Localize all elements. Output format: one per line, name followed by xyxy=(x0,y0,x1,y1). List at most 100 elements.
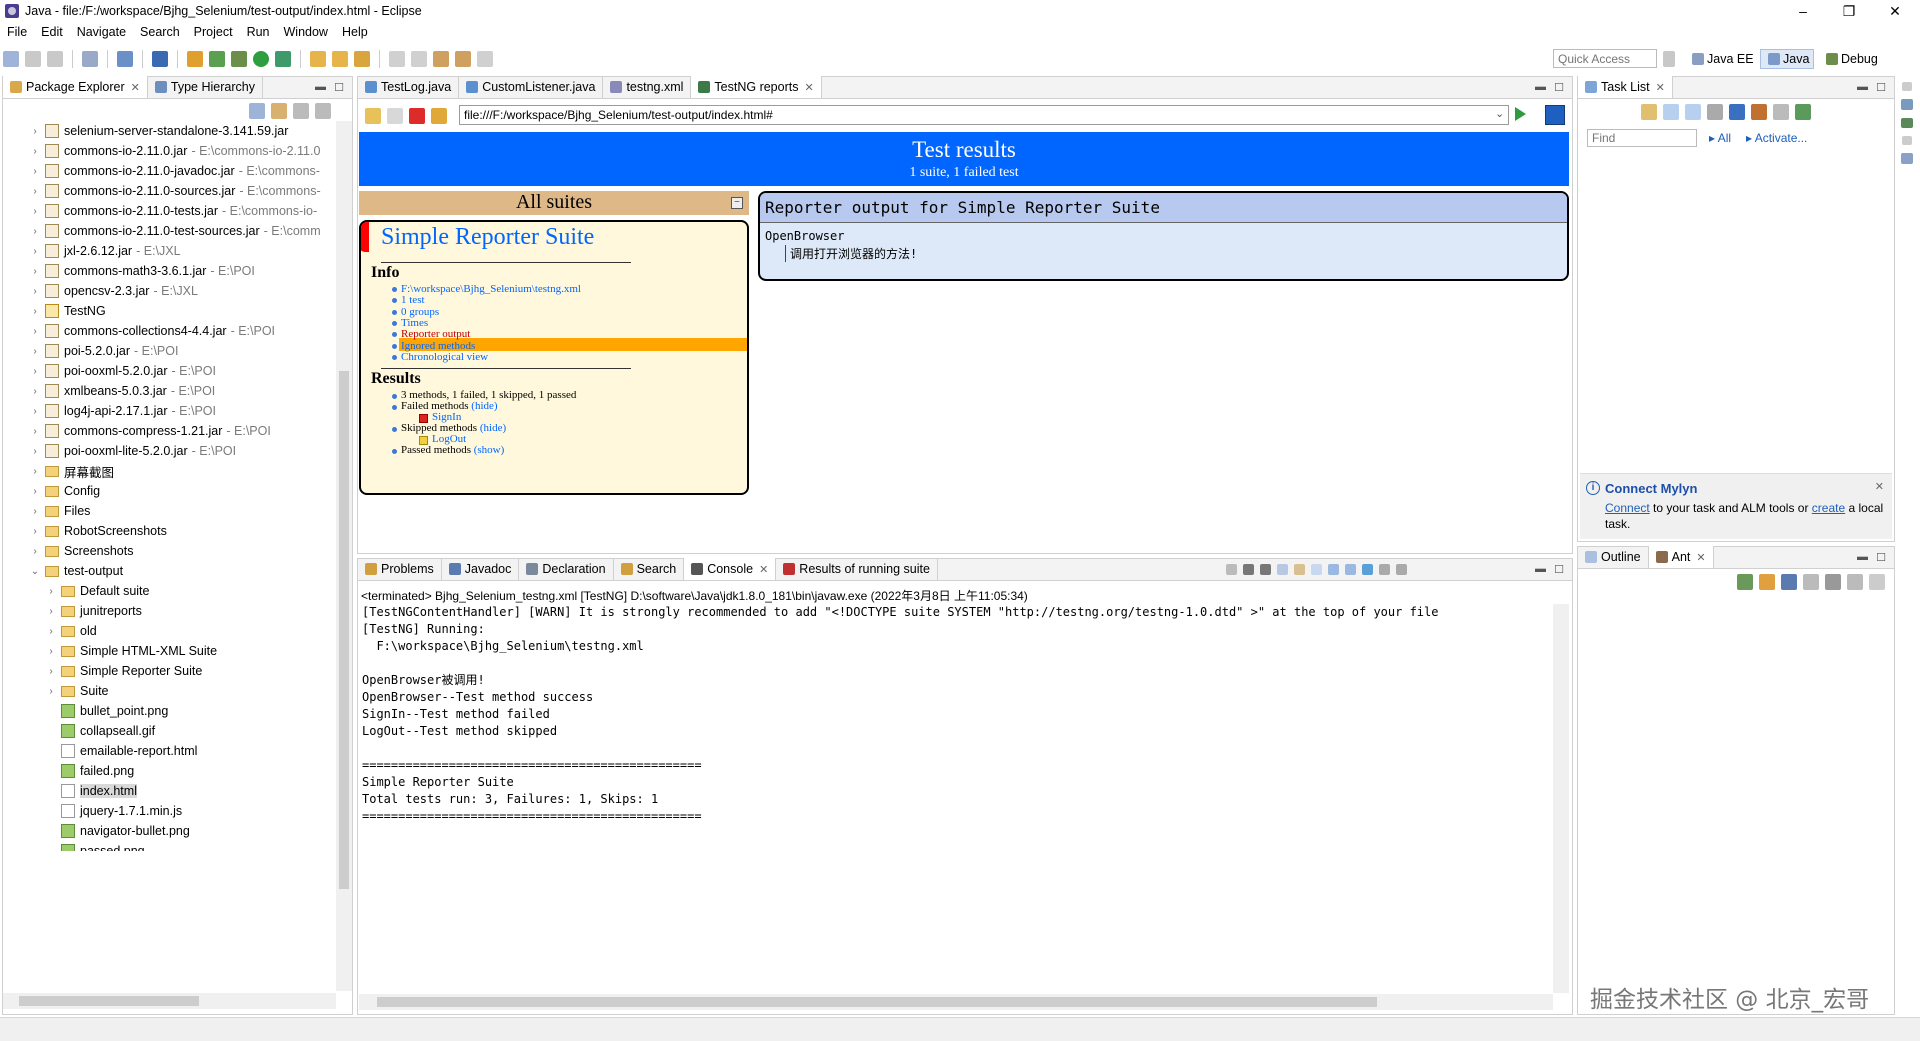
add-buildfile-icon[interactable] xyxy=(1737,574,1753,590)
hide-skipped-link[interactable]: (hide) xyxy=(480,422,506,434)
tab-ant[interactable]: Ant ✕ xyxy=(1648,546,1714,568)
connect-link[interactable]: Connect xyxy=(1605,501,1650,515)
search-tool-icon[interactable] xyxy=(354,51,370,67)
editor-tab[interactable]: TestNG reports ✕ xyxy=(691,76,822,98)
maximize-button[interactable]: ❐ xyxy=(1826,0,1872,22)
tree-item[interactable]: collapseall.gif xyxy=(3,721,336,741)
expand-arrow-icon[interactable]: › xyxy=(29,466,41,477)
open-perspective-icon[interactable] xyxy=(1659,49,1679,69)
close-icon[interactable]: ✕ xyxy=(1875,480,1884,493)
close-icon[interactable]: ✕ xyxy=(131,81,140,94)
all-suites-header[interactable]: All suites − xyxy=(359,191,749,215)
expand-arrow-icon[interactable]: › xyxy=(29,246,41,257)
filter-icon[interactable] xyxy=(293,103,309,119)
tree-item[interactable]: › commons-compress-1.21.jar - E:\POI xyxy=(3,421,336,441)
expand-arrow-icon[interactable]: › xyxy=(45,666,57,677)
debug-icon[interactable] xyxy=(231,51,247,67)
go-icon[interactable] xyxy=(1515,107,1526,121)
expand-arrow-icon[interactable]: › xyxy=(29,206,41,217)
bottom-tab[interactable]: Results of running suite xyxy=(776,558,938,580)
close-icon[interactable]: ✕ xyxy=(1656,81,1665,94)
url-field[interactable] xyxy=(459,105,1509,125)
expand-arrow-icon[interactable]: › xyxy=(29,486,41,497)
expand-arrow-icon[interactable]: › xyxy=(45,586,57,597)
forward-icon[interactable] xyxy=(477,51,493,67)
close-icon[interactable]: ✕ xyxy=(1696,551,1705,564)
close-icon[interactable]: ✕ xyxy=(804,81,813,94)
info-link[interactable]: Chronological view xyxy=(401,350,488,364)
restore-icon[interactable] xyxy=(1902,82,1912,91)
tree-item[interactable]: › Suite xyxy=(3,681,336,701)
tree-item[interactable]: passed.png xyxy=(3,841,336,851)
expand-arrow-icon[interactable]: › xyxy=(29,346,41,357)
print-icon[interactable] xyxy=(82,51,98,67)
bottom-tab[interactable]: Console ✕ xyxy=(684,558,777,580)
url-dropdown-icon[interactable]: ⌄ xyxy=(1495,107,1504,120)
menu-navigate[interactable]: Navigate xyxy=(70,25,133,39)
tab-task-list[interactable]: Task List ✕ xyxy=(1578,76,1673,98)
tree-item[interactable]: navigator-bullet.png xyxy=(3,821,336,841)
maximize-editor-icon[interactable]: ☐ xyxy=(1554,81,1564,94)
collapse-suites-icon[interactable]: − xyxy=(731,197,743,209)
expand-arrow-icon[interactable]: › xyxy=(29,386,41,397)
tab-package-explorer[interactable]: Package Explorer ✕ xyxy=(3,76,148,98)
pin-console-icon[interactable] xyxy=(1362,564,1373,575)
hide-completed-icon[interactable] xyxy=(1729,104,1745,120)
expand-arrow-icon[interactable]: › xyxy=(45,606,57,617)
editor-tab[interactable]: testng.xml xyxy=(603,76,692,98)
call-hierarchy-icon[interactable] xyxy=(1901,117,1913,129)
expand-arrow-icon[interactable]: › xyxy=(29,226,41,237)
next-annotation-icon[interactable] xyxy=(389,51,405,67)
bottom-tab[interactable]: Search xyxy=(614,558,685,580)
stop-icon[interactable] xyxy=(409,108,425,124)
perspective-debug[interactable]: Debug xyxy=(1819,49,1882,69)
quick-access-input[interactable] xyxy=(1553,49,1657,68)
tree-item[interactable]: › log4j-api-2.17.1.jar - E:\POI xyxy=(3,401,336,421)
editor-tab[interactable]: CustomListener.java xyxy=(459,76,604,98)
refresh-icon[interactable] xyxy=(431,108,447,124)
new-java-icon[interactable] xyxy=(209,51,225,67)
expand-arrow-icon[interactable]: › xyxy=(29,306,41,317)
back-arrow-icon[interactable] xyxy=(365,108,381,124)
all-filter-link[interactable]: ▸ All xyxy=(1709,131,1731,145)
open-external-browser-icon[interactable] xyxy=(1545,105,1565,125)
word-wrap-icon[interactable] xyxy=(1311,564,1322,575)
tree-item[interactable]: bullet_point.png xyxy=(3,701,336,721)
suite-name[interactable]: Simple Reporter Suite xyxy=(381,224,594,251)
tree-horizontal-scrollbar[interactable] xyxy=(3,993,336,1009)
tree-item[interactable]: › commons-io-2.11.0-tests.jar - E:\commons… xyxy=(3,201,336,221)
run-icon[interactable] xyxy=(253,51,269,67)
tree-item[interactable]: › poi-5.2.0.jar - E:\POI xyxy=(3,341,336,361)
minimize-button[interactable]: – xyxy=(1780,0,1826,22)
menu-file[interactable]: File xyxy=(0,25,34,39)
save-all-icon[interactable] xyxy=(47,51,63,67)
tasks-trim-icon[interactable] xyxy=(1901,153,1913,164)
bottom-tab[interactable]: Javadoc xyxy=(442,558,520,580)
expand-arrow-icon[interactable]: › xyxy=(29,186,41,197)
expand-arrow-icon[interactable]: › xyxy=(29,426,41,437)
terminate-icon[interactable] xyxy=(1226,564,1237,575)
minimize-editor-icon[interactable]: ▬ xyxy=(1535,81,1546,93)
tree-item[interactable]: jquery-1.7.1.min.js xyxy=(3,801,336,821)
bottom-tab[interactable]: Problems xyxy=(358,558,442,580)
maximize-outline-icon[interactable]: ☐ xyxy=(1876,551,1886,564)
bottom-tab[interactable]: Declaration xyxy=(519,558,614,580)
tree-item[interactable]: › Config xyxy=(3,481,336,501)
expand-arrow-icon[interactable]: › xyxy=(29,366,41,377)
expand-arrow-icon[interactable]: › xyxy=(29,446,41,457)
scheduled-icon[interactable] xyxy=(1685,104,1701,120)
tree-vertical-scrollbar[interactable] xyxy=(336,121,352,991)
expand-arrow-icon[interactable]: › xyxy=(29,506,41,517)
menu-run[interactable]: Run xyxy=(240,25,277,39)
expand-arrow-icon[interactable]: › xyxy=(45,646,57,657)
hierarchy-trim-icon[interactable] xyxy=(1901,98,1913,110)
run-target-icon[interactable] xyxy=(1803,574,1819,590)
expand-arrow-icon[interactable]: › xyxy=(45,686,57,697)
tab-outline[interactable]: Outline xyxy=(1578,546,1649,568)
tree-item[interactable]: › Files xyxy=(3,501,336,521)
collapse-all-icon[interactable] xyxy=(249,103,265,119)
close-icon[interactable]: ✕ xyxy=(759,563,768,576)
collapse-tasks-icon[interactable] xyxy=(1751,104,1767,120)
maximize-tasklist-icon[interactable]: ☐ xyxy=(1876,81,1886,94)
tree-item[interactable]: › Simple Reporter Suite xyxy=(3,661,336,681)
